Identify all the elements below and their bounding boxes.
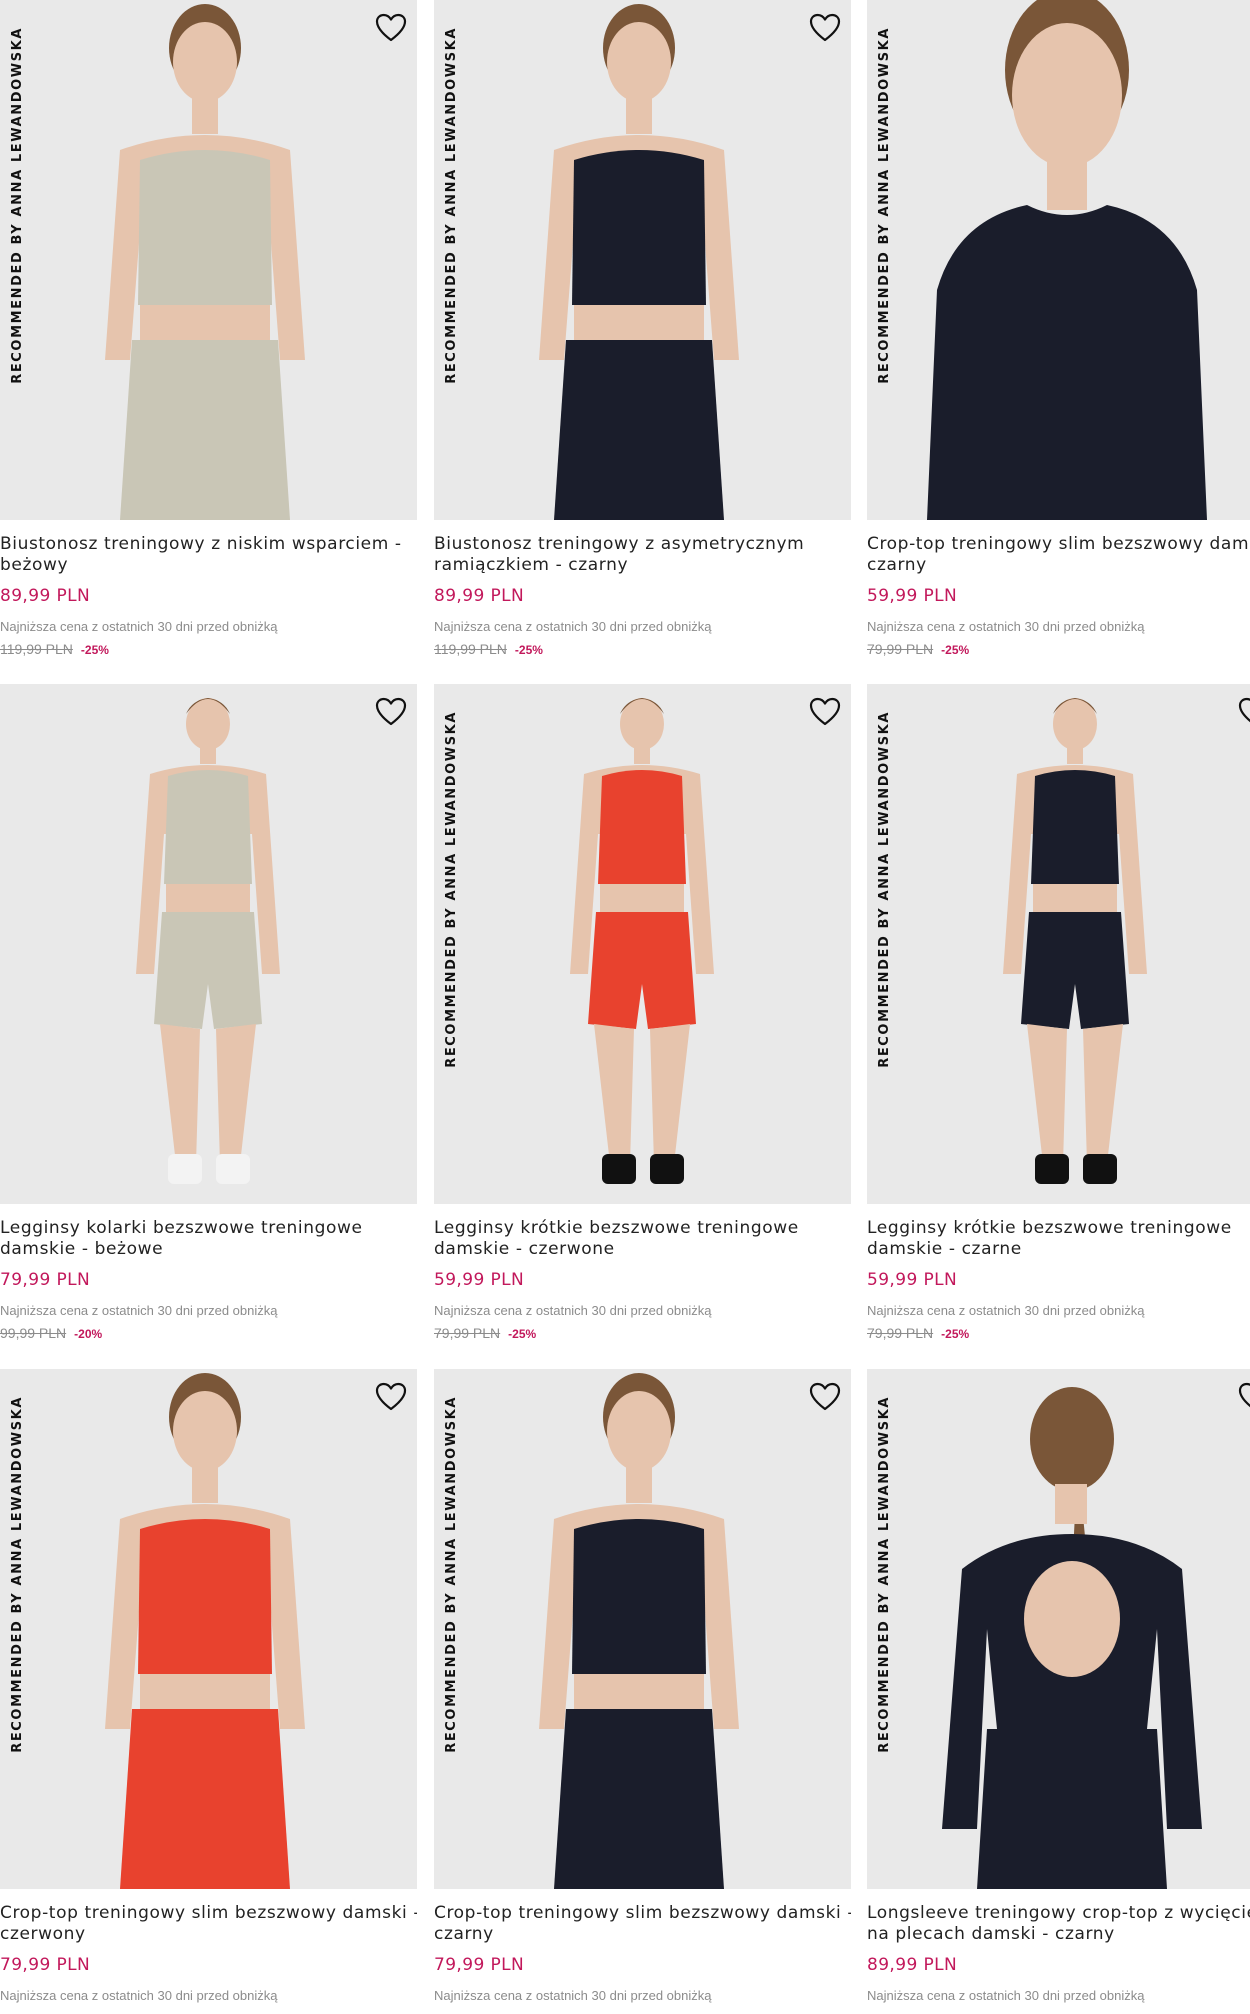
product-card[interactable]: RECOMMENDED BY ANNA LEWANDOWSKA Biustono… xyxy=(434,0,851,685)
model-figure xyxy=(570,698,714,1184)
recommended-label: RECOMMENDED BY ANNA LEWANDOWSKA xyxy=(443,1396,459,1753)
product-title[interactable]: Crop-top treningowy slim bezszwowy damsk… xyxy=(434,1903,851,1945)
product-title[interactable]: Legginsy kolarki bezszwowe treningowe dam… xyxy=(0,1218,417,1260)
lowest-price-note: Najniższa cena z ostatnich 30 dni przed … xyxy=(867,1988,1145,2003)
old-price-row: 99,99 PLN -20% xyxy=(0,1325,417,1342)
recommended-label: RECOMMENDED BY ANNA LEWANDOWSKA xyxy=(876,27,892,384)
product-card[interactable]: RECOMMENDED BY ANNA LEWANDOWSKA Crop-top… xyxy=(434,1369,851,2014)
lowest-price-note: Najniższa cena z ostatnich 30 dni przed … xyxy=(0,1988,278,2003)
product-info: Legginsy krótkie bezszwowe treningowe dam… xyxy=(434,1218,851,1342)
product-image[interactable] xyxy=(0,684,417,1204)
product-title[interactable]: Legginsy krótkie bezszwowe treningowe dam… xyxy=(434,1218,851,1260)
old-price: 99,99 PLN xyxy=(0,1325,67,1341)
product-price: 59,99 PLN xyxy=(867,1270,958,1290)
old-price-row: 79,99 PLN -25% xyxy=(867,641,1250,658)
product-info: Legginsy kolarki bezszwowe treningowe dam… xyxy=(0,1218,417,1342)
product-title[interactable]: Crop-top treningowy slim bezszwowy damsk… xyxy=(0,1903,417,1945)
product-price: 89,99 PLN xyxy=(867,1955,958,1975)
old-price: 79,99 PLN xyxy=(867,641,934,657)
old-price-row: 119,99 PLN -25% xyxy=(0,641,417,658)
lowest-price-note: Najniższa cena z ostatnich 30 dni przed … xyxy=(867,1303,1145,1318)
product-card[interactable]: RECOMMENDED BY ANNA LEWANDOWSKA Crop-top… xyxy=(0,1369,417,2014)
wishlist-heart-icon[interactable] xyxy=(807,1379,843,1415)
product-info: Crop-top treningowy slim bezszwowy damsk… xyxy=(0,1903,417,2004)
model-figure xyxy=(136,698,280,1184)
product-title[interactable]: Biustonosz treningowy z niskim wsparciem… xyxy=(0,534,417,576)
product-info: Biustonosz treningowy z niskim wsparciem… xyxy=(0,534,417,658)
discount-badge: -20% xyxy=(74,1327,103,1341)
product-image[interactable]: RECOMMENDED BY ANNA LEWANDOWSKA xyxy=(867,1369,1250,1889)
product-card[interactable]: RECOMMENDED BY ANNA LEWANDOWSKA Longslee… xyxy=(867,1369,1250,2014)
product-info: Longsleeve treningowy crop-top z wycięci… xyxy=(867,1903,1250,2004)
product-card[interactable]: RECOMMENDED BY ANNA LEWANDOWSKA Crop-top… xyxy=(867,0,1250,685)
product-title[interactable]: Crop-top treningowy slim bezszwowy damsk… xyxy=(867,534,1250,576)
wishlist-heart-icon[interactable] xyxy=(373,694,409,730)
product-card[interactable]: RECOMMENDED BY ANNA LEWANDOWSKA Legginsy… xyxy=(434,684,851,1369)
recommended-label: RECOMMENDED BY ANNA LEWANDOWSKA xyxy=(443,711,459,1068)
product-price: 59,99 PLN xyxy=(434,1270,525,1290)
product-card[interactable]: RECOMMENDED BY ANNA LEWANDOWSKA Biustono… xyxy=(0,0,417,685)
discount-badge: -25% xyxy=(941,643,970,657)
wishlist-heart-icon[interactable] xyxy=(1236,694,1250,730)
lowest-price-note: Najniższa cena z ostatnich 30 dni przed … xyxy=(0,1303,278,1318)
wishlist-heart-icon[interactable] xyxy=(807,10,843,46)
product-price: 59,99 PLN xyxy=(867,586,958,606)
model-figure xyxy=(539,4,739,520)
discount-badge: -25% xyxy=(941,1327,970,1341)
old-price: 79,99 PLN xyxy=(434,1325,501,1341)
product-title[interactable]: Longsleeve treningowy crop-top z wycięci… xyxy=(867,1903,1250,1945)
old-price-row: 119,99 PLN -25% xyxy=(434,641,851,658)
wishlist-heart-icon[interactable] xyxy=(373,10,409,46)
product-image[interactable]: RECOMMENDED BY ANNA LEWANDOWSKA xyxy=(867,684,1250,1204)
product-price: 79,99 PLN xyxy=(434,1955,525,1975)
old-price-row: 79,99 PLN -25% xyxy=(867,1325,1250,1342)
wishlist-heart-icon[interactable] xyxy=(807,694,843,730)
model-figure xyxy=(105,4,305,520)
product-image[interactable]: RECOMMENDED BY ANNA LEWANDOWSKA xyxy=(0,1369,417,1889)
product-card[interactable]: RECOMMENDED BY ANNA LEWANDOWSKA Legginsy… xyxy=(867,684,1250,1369)
old-price: 119,99 PLN xyxy=(434,641,507,657)
product-info: Crop-top treningowy slim bezszwowy damsk… xyxy=(434,1903,851,2004)
recommended-label: RECOMMENDED BY ANNA LEWANDOWSKA xyxy=(876,711,892,1068)
lowest-price-note: Najniższa cena z ostatnich 30 dni przed … xyxy=(434,1988,712,2003)
product-price: 79,99 PLN xyxy=(0,1955,91,1975)
discount-badge: -25% xyxy=(508,1327,537,1341)
model-figure xyxy=(105,1373,305,1889)
discount-badge: -25% xyxy=(514,643,543,657)
model-figure xyxy=(942,1387,1202,1889)
lowest-price-note: Najniższa cena z ostatnich 30 dni przed … xyxy=(434,1303,712,1318)
wishlist-heart-icon[interactable] xyxy=(373,1379,409,1415)
recommended-label: RECOMMENDED BY ANNA LEWANDOWSKA xyxy=(443,27,459,384)
product-image[interactable]: RECOMMENDED BY ANNA LEWANDOWSKA xyxy=(434,0,851,520)
lowest-price-note: Najniższa cena z ostatnich 30 dni przed … xyxy=(0,619,278,634)
lowest-price-note: Najniższa cena z ostatnich 30 dni przed … xyxy=(434,619,712,634)
old-price: 119,99 PLN xyxy=(0,641,73,657)
model-figure xyxy=(927,0,1207,520)
model-figure xyxy=(1003,698,1147,1184)
old-price-row: 79,99 PLN -25% xyxy=(434,1325,851,1342)
product-image[interactable]: RECOMMENDED BY ANNA LEWANDOWSKA xyxy=(434,684,851,1204)
product-title[interactable]: Biustonosz treningowy z asymetrycznym ram… xyxy=(434,534,851,576)
old-price: 79,99 PLN xyxy=(867,1325,934,1341)
product-image[interactable]: RECOMMENDED BY ANNA LEWANDOWSKA xyxy=(0,0,417,520)
product-image[interactable]: RECOMMENDED BY ANNA LEWANDOWSKA xyxy=(434,1369,851,1889)
product-price: 89,99 PLN xyxy=(434,586,525,606)
wishlist-heart-icon[interactable] xyxy=(1236,1379,1250,1415)
recommended-label: RECOMMENDED BY ANNA LEWANDOWSKA xyxy=(876,1396,892,1753)
lowest-price-note: Najniższa cena z ostatnich 30 dni przed … xyxy=(867,619,1145,634)
product-price: 79,99 PLN xyxy=(0,1270,91,1290)
product-image[interactable]: RECOMMENDED BY ANNA LEWANDOWSKA xyxy=(867,0,1250,520)
product-info: Crop-top treningowy slim bezszwowy damsk… xyxy=(867,534,1250,658)
product-card[interactable]: Legginsy kolarki bezszwowe treningowe dam… xyxy=(0,684,417,1369)
product-price: 89,99 PLN xyxy=(0,586,91,606)
recommended-label: RECOMMENDED BY ANNA LEWANDOWSKA xyxy=(9,1396,25,1753)
product-info: Legginsy krótkie bezszwowe treningowe dam… xyxy=(867,1218,1250,1342)
product-grid: RECOMMENDED BY ANNA LEWANDOWSKA Biustono… xyxy=(0,0,1250,2014)
model-figure xyxy=(539,1373,739,1889)
product-title[interactable]: Legginsy krótkie bezszwowe treningowe dam… xyxy=(867,1218,1250,1260)
recommended-label: RECOMMENDED BY ANNA LEWANDOWSKA xyxy=(9,27,25,384)
product-info: Biustonosz treningowy z asymetrycznym ram… xyxy=(434,534,851,658)
discount-badge: -25% xyxy=(80,643,109,657)
